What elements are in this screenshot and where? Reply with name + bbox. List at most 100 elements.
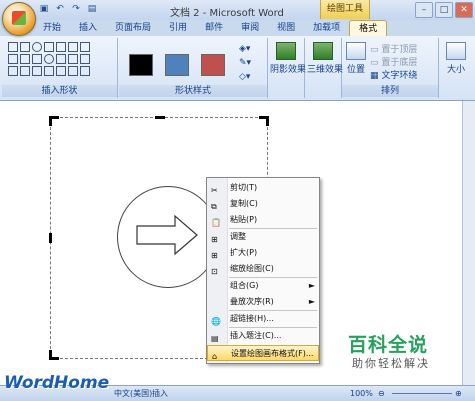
- insert-mode-status[interactable]: 插入: [152, 386, 168, 401]
- tab-page-layout[interactable]: 页面布局: [106, 20, 160, 36]
- shape-icon[interactable]: [56, 66, 66, 76]
- tab-addins[interactable]: 加载项: [304, 20, 349, 36]
- open-icon[interactable]: ▤: [86, 3, 98, 15]
- office-button[interactable]: [2, 2, 36, 36]
- shape-icon[interactable]: [44, 54, 54, 64]
- menu-item-insert-caption[interactable]: ▤ 插入题注(C)...: [207, 328, 319, 344]
- send-to-back-label: 置于底层: [381, 58, 418, 68]
- menu-item-scale-drawing[interactable]: ⊡ 缩放绘图(C): [207, 261, 319, 277]
- shape-icon[interactable]: [32, 66, 42, 76]
- shape-icon[interactable]: [8, 42, 18, 52]
- menu-item-paste[interactable]: 📋 粘贴(P): [207, 212, 319, 228]
- canvas-handle[interactable]: [49, 350, 52, 360]
- shape-icon[interactable]: [68, 42, 78, 52]
- ribbon-tabs: 开始 插入 页面布局 引用 邮件 审阅 视图 加载项 格式: [34, 20, 388, 36]
- language-status[interactable]: 中文(美国): [114, 386, 152, 401]
- arrange-group: 位置 ▭ 置于顶层 ▭ 置于底层 ▦ 文字环绕 排列: [342, 38, 439, 98]
- shadow-effects-button[interactable]: 阴影效果: [270, 42, 306, 75]
- 3d-effects-label: 三维效果: [307, 65, 344, 75]
- zoom-in-icon[interactable]: ⊕: [455, 386, 462, 401]
- insert-shapes-label: 插入形状: [2, 85, 117, 97]
- shape-icon[interactable]: [68, 54, 78, 64]
- bring-to-front-button[interactable]: ▭ 置于顶层: [370, 42, 417, 55]
- zoom-slider[interactable]: [392, 393, 452, 394]
- shape-icon[interactable]: [20, 66, 30, 76]
- shape-icon[interactable]: [20, 54, 30, 64]
- fill-color-icon[interactable]: ◈▾: [239, 44, 250, 54]
- save-icon[interactable]: ▣: [38, 3, 50, 15]
- position-label: 位置: [346, 65, 365, 75]
- title-bar: ▣ ↶ ↷ ▤ 文档 2 - Microsoft Word 绘图工具 – □ ✕: [0, 0, 475, 36]
- 3d-effects-button[interactable]: 三维效果: [307, 42, 343, 75]
- tab-home[interactable]: 开始: [34, 20, 70, 36]
- context-menu: ✂ 剪切(T) ⧉ 复制(C) 📋 粘贴(P) ⊞ 调整 ⊞ 扩大(P) ⊡ 缩放绘图(C)…: [206, 177, 320, 364]
- tab-format[interactable]: 格式: [349, 20, 388, 36]
- shape-icon[interactable]: [44, 42, 54, 52]
- menu-item-copy[interactable]: ⧉ 复制(C): [207, 196, 319, 212]
- line-color-icon[interactable]: ✎▾: [239, 58, 251, 68]
- shape-icon[interactable]: [80, 66, 90, 76]
- shadow-icon: [276, 42, 296, 60]
- menu-item-hyperlink[interactable]: 🌐 超链接(H)...: [207, 311, 319, 327]
- tab-references[interactable]: 引用: [160, 20, 196, 36]
- menu-item-expand[interactable]: ⊞ 扩大(P): [207, 245, 319, 261]
- shape-icon[interactable]: [32, 54, 42, 64]
- shape-icon[interactable]: [8, 54, 18, 64]
- shape-icon[interactable]: [80, 54, 90, 64]
- shape-icon[interactable]: [44, 66, 54, 76]
- canvas-handle[interactable]: [266, 116, 269, 126]
- shape-icon[interactable]: [80, 42, 90, 52]
- position-button[interactable]: 位置: [344, 42, 368, 75]
- canvas-handle[interactable]: [49, 233, 52, 243]
- menu-item-adjust[interactable]: ⊞ 调整: [207, 229, 319, 245]
- quick-access-toolbar: ▣ ↶ ↷ ▤: [38, 3, 98, 15]
- size-label: 大小: [446, 65, 465, 75]
- shadow-effects-group: 阴影效果: [268, 38, 306, 98]
- menu-item-label: 扩大(P): [230, 248, 258, 257]
- canvas-handle[interactable]: [155, 116, 165, 119]
- tab-view[interactable]: 视图: [268, 20, 304, 36]
- size-button[interactable]: 大小: [441, 42, 471, 75]
- shape-icon[interactable]: [56, 54, 66, 64]
- zoom-level[interactable]: 100%: [350, 386, 373, 401]
- 3d-effects-group: 三维效果: [305, 38, 343, 98]
- menu-item-format-canvas[interactable]: ⌂ 设置绘图画布格式(F)...: [207, 345, 319, 361]
- menu-item-order[interactable]: 叠放次序(R) ►: [207, 294, 319, 310]
- redo-icon[interactable]: ↷: [70, 3, 82, 15]
- shadow-effects-label: 阴影效果: [270, 65, 307, 75]
- arrow-shape[interactable]: [135, 214, 199, 256]
- canvas-handle[interactable]: [49, 116, 52, 126]
- menu-item-cut[interactable]: ✂ 剪切(T): [207, 180, 319, 196]
- close-button[interactable]: ✕: [455, 2, 473, 18]
- arrange-label: 排列: [342, 85, 438, 97]
- change-shape-icon[interactable]: ◇▾: [239, 72, 250, 82]
- scissors-icon: ✂: [211, 186, 218, 195]
- menu-item-label: 调整: [230, 232, 246, 241]
- minimize-button[interactable]: –: [415, 2, 433, 18]
- window-controls: – □ ✕: [415, 2, 473, 18]
- vertical-scrollbar[interactable]: [462, 101, 475, 385]
- format-canvas-icon: ⌂: [212, 352, 218, 361]
- menu-item-group[interactable]: 组合(G) ►: [207, 278, 319, 294]
- shape-style-swatch[interactable]: [129, 54, 153, 76]
- wordhome-watermark: WordHome: [4, 373, 110, 393]
- tab-insert[interactable]: 插入: [70, 20, 106, 36]
- shape-icon[interactable]: [20, 42, 30, 52]
- maximize-button[interactable]: □: [435, 2, 453, 18]
- expand-icon: ⊞: [211, 251, 218, 260]
- shape-icon[interactable]: [8, 66, 18, 76]
- text-wrap-button[interactable]: ▦ 文字环绕: [370, 68, 417, 81]
- undo-icon[interactable]: ↶: [54, 3, 66, 15]
- menu-item-label: 叠放次序(R): [230, 297, 274, 306]
- zoom-out-icon[interactable]: ⊖: [378, 386, 385, 401]
- shapes-gallery[interactable]: [8, 42, 90, 76]
- shape-icon[interactable]: [68, 66, 78, 76]
- shape-icon[interactable]: [32, 42, 42, 52]
- shape-style-swatch[interactable]: [201, 54, 225, 76]
- tab-review[interactable]: 审阅: [232, 20, 268, 36]
- shape-style-swatch[interactable]: [165, 54, 189, 76]
- tab-mailings[interactable]: 邮件: [196, 20, 232, 36]
- send-to-back-button[interactable]: ▭ 置于底层: [370, 55, 417, 68]
- shape-icon[interactable]: [56, 42, 66, 52]
- hyperlink-icon: 🌐: [211, 317, 221, 326]
